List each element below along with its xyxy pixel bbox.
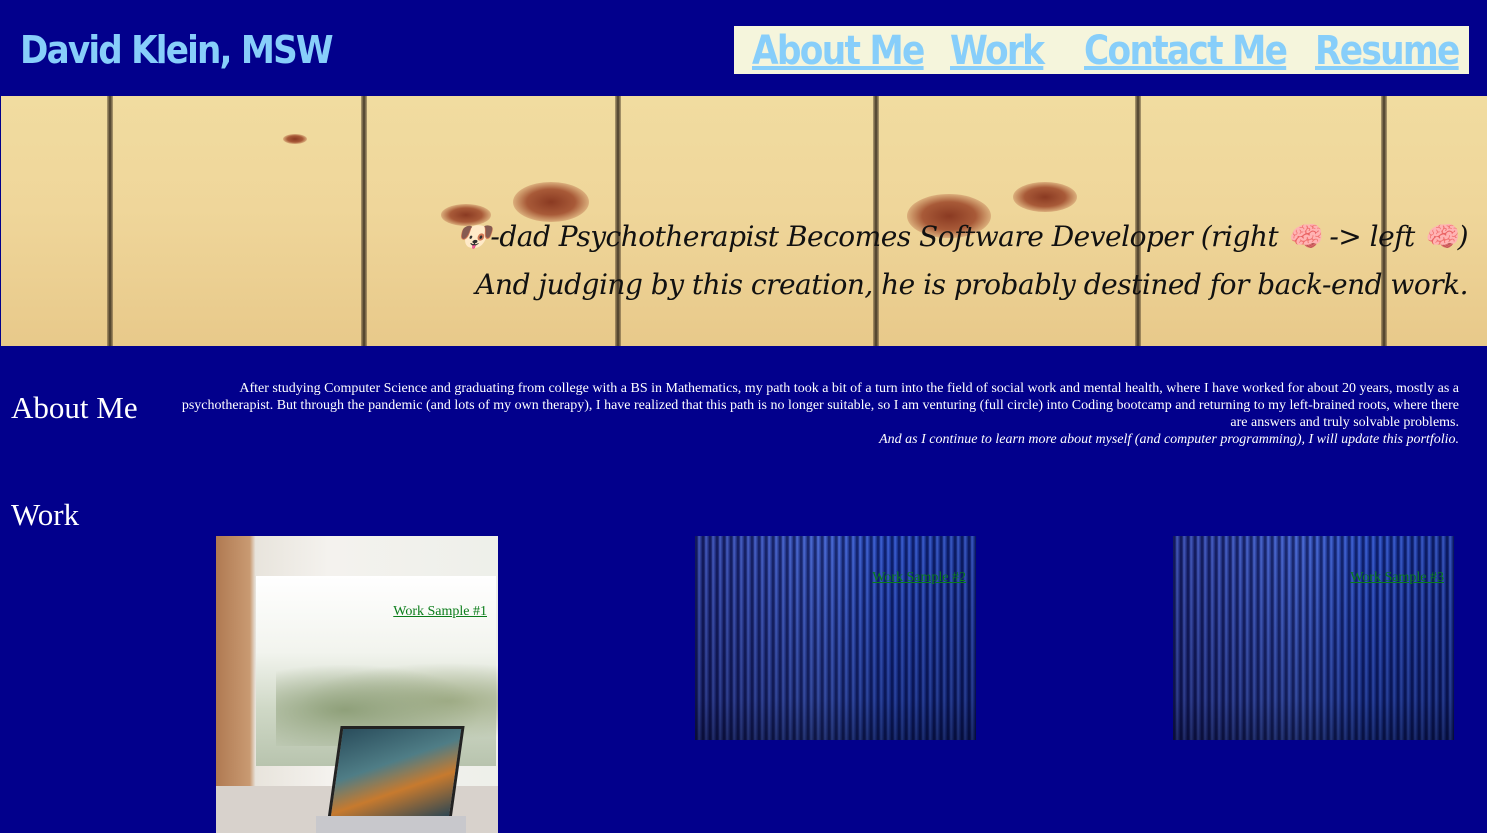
laptop-image: [327, 726, 465, 820]
work-sample-3-link[interactable]: Work Sample #3: [1350, 570, 1444, 586]
about-me-heading: About Me: [11, 390, 138, 425]
wood-knot: [283, 134, 307, 144]
nav-link-resume[interactable]: Resume: [1315, 26, 1460, 76]
laptop-base-image: [316, 816, 466, 833]
work-sample-2-card[interactable]: Work Sample #2: [695, 536, 976, 740]
work-sample-3-card[interactable]: Work Sample #3: [1173, 536, 1454, 740]
work-heading: Work: [11, 497, 80, 532]
work-sample-2-link[interactable]: Work Sample #2: [872, 570, 966, 586]
wood-plank-seam: [107, 96, 113, 346]
about-me-italic-note: And as I continue to learn more about my…: [879, 432, 1459, 447]
nav-link-contact-me[interactable]: Contact Me: [1084, 26, 1288, 76]
main-nav: About Me Work Contact Me Resume: [734, 26, 1469, 74]
hero-banner: 🐶-dad Psychotherapist Becomes Software D…: [1, 96, 1487, 346]
wood-knot: [1013, 182, 1077, 212]
wood-plank-seam: [361, 96, 367, 346]
wood-knot: [513, 182, 589, 222]
site-title: David Klein, MSW: [20, 28, 334, 72]
wave-texture-image: [1173, 536, 1454, 740]
nav-link-work[interactable]: Work: [950, 26, 1045, 76]
about-me-text: After studying Computer Science and grad…: [170, 380, 1459, 448]
about-me-paragraph: After studying Computer Science and grad…: [181, 381, 1459, 430]
hero-tagline: 🐶-dad Psychotherapist Becomes Software D…: [456, 220, 1468, 253]
work-sample-1-link[interactable]: Work Sample #1: [393, 604, 487, 620]
site-header: David Klein, MSW About Me Work Contact M…: [0, 0, 1487, 96]
hero-subtagline: And judging by this creation, he is prob…: [475, 268, 1468, 301]
work-sample-1-card[interactable]: Work Sample #1: [216, 536, 498, 833]
nav-link-about-me[interactable]: About Me: [752, 26, 925, 76]
wave-texture-image: [695, 536, 976, 740]
